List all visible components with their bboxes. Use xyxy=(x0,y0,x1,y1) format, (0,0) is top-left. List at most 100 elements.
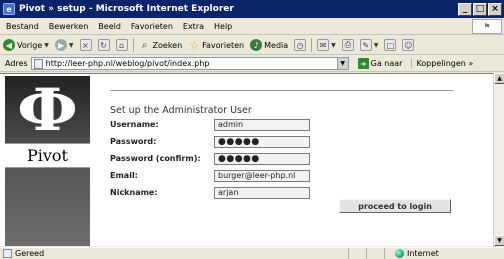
stop-button[interactable]: × xyxy=(77,39,95,51)
security-zone: Internet xyxy=(384,248,494,259)
nickname-label: Nickname: xyxy=(110,188,158,197)
form-divider xyxy=(110,90,453,91)
mail-icon: ✉ xyxy=(317,39,330,51)
username-label: Username: xyxy=(110,120,159,129)
favorites-button[interactable]: ☆ Favorieten xyxy=(185,38,247,52)
password-input[interactable]: ●●●●● xyxy=(214,135,310,148)
nickname-input[interactable]: arjan xyxy=(214,186,310,199)
print-button[interactable]: ⎙ xyxy=(339,39,357,51)
status-bar: Gereed Internet xyxy=(0,247,504,259)
mail-button[interactable]: ✉ ▼ xyxy=(314,39,339,51)
go-label: Ga naar xyxy=(370,59,403,68)
favorites-label: Favorieten xyxy=(202,40,245,50)
toolbar-separator xyxy=(311,38,313,52)
home-button[interactable]: ⌂ xyxy=(113,39,131,51)
back-label: Vorige xyxy=(17,40,43,50)
password-label: Password: xyxy=(110,137,157,146)
home-icon: ⌂ xyxy=(115,39,128,51)
username-input[interactable]: admin xyxy=(214,118,310,131)
edit-icon: ✎ xyxy=(359,39,372,51)
forward-arrow-icon: ▶ xyxy=(54,39,67,51)
page-done-icon xyxy=(3,249,12,258)
address-input[interactable]: http://leer-php.nl/weblog/pivot/index.ph… xyxy=(30,57,349,70)
pivot-logo-panel: Ф Pivot xyxy=(5,76,90,246)
chevron-down-icon: ▼ xyxy=(331,41,336,49)
menu-help[interactable]: Help xyxy=(209,22,237,31)
pivot-logo-icon: Ф xyxy=(17,75,78,144)
windows-logo-icon: ⚑ xyxy=(472,19,502,34)
toolbar: ◀ Vorige ▼ ▶ ▼ × ↻ ⌂ ⌕ Zoeken ☆ Favoriet… xyxy=(0,36,504,55)
status-text: Gereed xyxy=(15,249,45,258)
search-icon: ⌕ xyxy=(141,39,148,51)
menu-beeld[interactable]: Beeld xyxy=(93,22,126,31)
ie-icon: e xyxy=(3,3,15,15)
links-button[interactable]: Koppelingen » xyxy=(411,59,473,68)
menu-extra[interactable]: Extra xyxy=(178,22,209,31)
edit-button[interactable]: ✎ ▼ xyxy=(357,39,382,51)
window-controls: _ □ × xyxy=(458,2,502,16)
media-icon: ♪ xyxy=(250,39,263,51)
address-dropdown[interactable]: ▼ xyxy=(336,58,348,69)
history-button[interactable]: ◷ xyxy=(291,39,309,51)
resize-grip-icon[interactable] xyxy=(494,248,504,259)
email-row: Email: burger@leer-php.nl xyxy=(110,169,310,182)
page-icon xyxy=(33,58,43,69)
email-input[interactable]: burger@leer-php.nl xyxy=(214,169,310,182)
password-row: Password: ●●●●● xyxy=(110,135,310,148)
window-title: Pivot » setup - Microsoft Internet Explo… xyxy=(19,4,234,14)
refresh-button[interactable]: ↻ xyxy=(95,39,113,51)
maximize-button[interactable]: □ xyxy=(473,2,487,16)
refresh-icon: ↻ xyxy=(97,39,110,51)
scroll-up-icon[interactable]: ▲ xyxy=(494,73,504,84)
menu-favorieten[interactable]: Favorieten xyxy=(126,22,178,31)
menu-bar: Bestand Bewerken Beeld Favorieten Extra … xyxy=(0,18,504,35)
menu-bewerken[interactable]: Bewerken xyxy=(44,22,94,31)
password-confirm-input[interactable]: ●●●●● xyxy=(214,152,310,165)
history-icon: ◷ xyxy=(294,39,307,51)
messenger-button[interactable]: ☺ xyxy=(399,39,417,51)
media-label: Media xyxy=(264,40,289,50)
media-button[interactable]: ♪ Media xyxy=(247,39,291,51)
status-cell xyxy=(366,248,384,259)
close-button[interactable]: × xyxy=(488,2,502,16)
pivot-wordmark: Pivot xyxy=(5,143,90,168)
minimize-button[interactable]: _ xyxy=(458,2,472,16)
search-label: Zoeken xyxy=(152,40,183,50)
username-row: Username: admin xyxy=(110,118,310,131)
address-url: http://leer-php.nl/weblog/pivot/index.ph… xyxy=(45,59,210,68)
scroll-down-icon[interactable]: ▼ xyxy=(494,235,504,246)
status-left: Gereed xyxy=(0,249,348,258)
address-label: Adres xyxy=(5,59,28,68)
chevron-down-icon: ▼ xyxy=(68,41,74,49)
stop-icon: × xyxy=(79,39,92,51)
page-viewport: Ф Pivot Set up the Administrator User Us… xyxy=(0,73,493,246)
chevron-down-icon: ▼ xyxy=(44,41,49,49)
title-bar: e Pivot » setup - Microsoft Internet Exp… xyxy=(0,0,504,18)
go-button[interactable]: ➜ Ga naar xyxy=(355,58,406,69)
nickname-row: Nickname: arjan xyxy=(110,186,310,199)
star-icon: ☆ xyxy=(189,38,200,52)
vertical-scrollbar[interactable]: ▲ ▼ xyxy=(493,73,504,246)
print-icon: ⎙ xyxy=(341,39,354,51)
email-label: Email: xyxy=(110,171,138,180)
back-arrow-icon: ◀ xyxy=(3,39,15,51)
messenger-icon: ☺ xyxy=(402,39,415,51)
go-arrow-icon: ➜ xyxy=(357,58,369,69)
links-label: Koppelingen xyxy=(416,59,466,68)
password-confirm-row: Password (confirm): ●●●●● xyxy=(110,152,310,165)
password-confirm-label: Password (confirm): xyxy=(110,154,201,163)
forward-button[interactable]: ▶ ▼ xyxy=(52,39,77,51)
discuss-button[interactable]: □ xyxy=(381,39,399,51)
toolbar-separator xyxy=(132,38,134,52)
pivot-logo-mark-area: Ф xyxy=(5,76,90,143)
search-button[interactable]: ⌕ Zoeken xyxy=(136,39,186,51)
menu-bestand[interactable]: Bestand xyxy=(0,22,44,31)
address-bar: Adres http://leer-php.nl/weblog/pivot/in… xyxy=(0,56,504,72)
proceed-button[interactable]: proceed to login xyxy=(339,199,451,213)
chevron-down-icon: ▼ xyxy=(373,41,379,49)
discuss-icon: □ xyxy=(384,39,397,51)
zone-label: Internet xyxy=(407,249,439,258)
back-button[interactable]: ◀ Vorige ▼ xyxy=(0,39,52,51)
form-heading: Set up the Administrator User xyxy=(110,105,252,116)
globe-icon xyxy=(395,249,404,258)
